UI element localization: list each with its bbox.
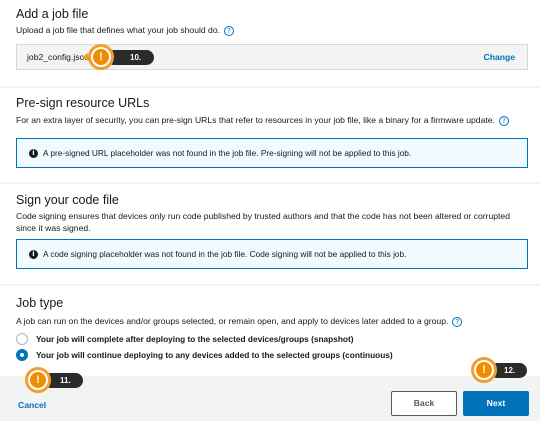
callout-12-marker: ! (471, 357, 497, 383)
change-file-link[interactable]: Change (483, 52, 515, 62)
back-button[interactable]: Back (391, 391, 457, 416)
sign-code-section: Sign your code file Code signing ensures… (0, 184, 540, 284)
presign-alert: i A pre-signed URL placeholder was not f… (16, 138, 528, 168)
job-type-section: Job type A job can run on the devices an… (0, 286, 540, 376)
callout-12: 12. ! (471, 357, 527, 383)
add-job-file-heading: Add a job file (16, 7, 89, 21)
job-type-heading: Job type (16, 296, 64, 310)
info-filled-icon: i (29, 149, 38, 158)
info-filled-icon: i (29, 250, 38, 259)
snapshot-radio[interactable] (16, 333, 28, 345)
presign-description: For an extra layer of security, you can … (16, 114, 509, 126)
job-file-name: job2_config.json (27, 52, 90, 62)
presign-alert-text: A pre-signed URL placeholder was not fou… (43, 148, 412, 158)
info-icon[interactable]: ? (452, 316, 463, 327)
info-icon[interactable]: ? (498, 115, 509, 126)
next-button[interactable]: Next (463, 391, 529, 416)
callout-11-marker: ! (25, 367, 51, 393)
presign-description-text: For an extra layer of security, you can … (16, 115, 495, 125)
callout-10: 10. ! (82, 44, 158, 70)
sign-code-heading: Sign your code file (16, 193, 119, 207)
exclamation-icon: ! (476, 362, 492, 378)
exclamation-icon: ! (93, 49, 109, 65)
info-icon[interactable]: ? (224, 25, 234, 36)
snapshot-radio-label[interactable]: Your job will complete after deploying t… (36, 334, 354, 344)
cancel-button[interactable]: Cancel (18, 400, 46, 410)
callout-11: 11. ! (25, 367, 83, 393)
continuous-radio-label[interactable]: Your job will continue deploying to any … (36, 350, 393, 360)
sign-code-description: Code signing ensures that devices only r… (16, 211, 510, 233)
job-type-description: A job can run on the devices and/or grou… (16, 315, 463, 327)
job-type-description-text: A job can run on the devices and/or grou… (16, 316, 449, 326)
code-signing-alert-text: A code signing placeholder was not found… (43, 249, 407, 259)
continuous-radio[interactable] (16, 349, 28, 361)
add-job-file-description-text: Upload a job file that defines what your… (16, 25, 220, 35)
presign-heading: Pre-sign resource URLs (16, 96, 150, 110)
code-signing-alert: i A code signing placeholder was not fou… (16, 239, 528, 269)
add-job-file-description: Upload a job file that defines what your… (16, 24, 234, 36)
add-job-file-section: Add a job file Upload a job file that de… (0, 0, 540, 86)
callout-10-marker: ! (88, 44, 114, 70)
exclamation-icon: ! (30, 372, 46, 388)
